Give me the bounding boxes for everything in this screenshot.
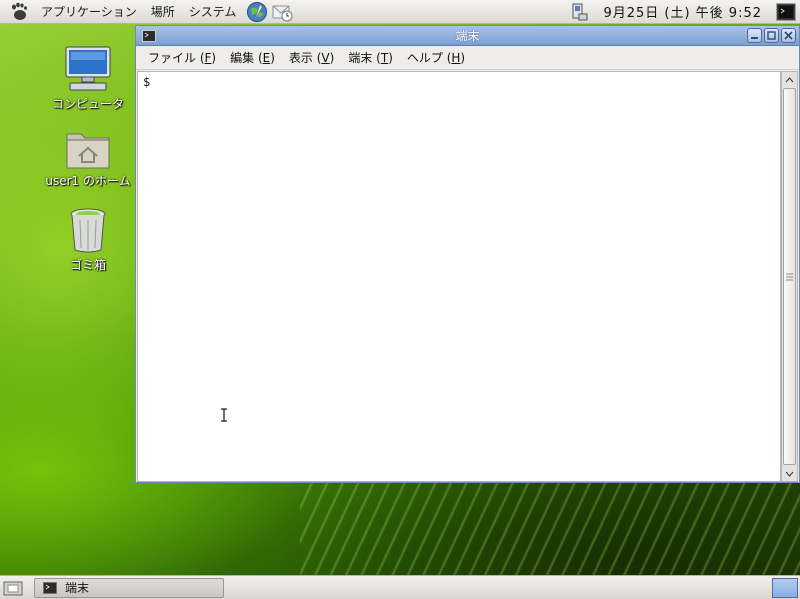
scroll-up-arrow-icon[interactable] <box>782 72 797 87</box>
mail-clock-launcher-icon[interactable] <box>271 1 293 23</box>
terminal-applet-icon[interactable] <box>776 2 796 22</box>
taskbar-button-terminal[interactable]: 端末 <box>34 577 224 598</box>
window-menubar: ファイル (F) 編集 (E) 表示 (V) 端末 (T) ヘルプ (H) <box>136 46 799 70</box>
computer-icon <box>65 46 111 91</box>
menu-edit[interactable]: 編集 (E) <box>223 49 282 66</box>
window-title: 端末 <box>455 29 480 43</box>
show-desktop-icon <box>3 581 23 595</box>
desktop-icon-label: user1 のホーム <box>45 174 131 188</box>
terminal-icon <box>43 581 57 594</box>
show-desktop-button[interactable] <box>2 578 24 598</box>
clock[interactable]: 9月25日 (土) 午後 9:52 <box>593 2 772 21</box>
minimize-button[interactable] <box>747 28 762 43</box>
shell-prompt: $ <box>143 75 151 89</box>
close-button[interactable] <box>781 28 796 43</box>
maximize-button[interactable] <box>764 28 779 43</box>
menu-applications[interactable]: アプリケーション <box>34 1 144 23</box>
trash-icon <box>70 208 106 253</box>
desktop-icon-computer[interactable]: コンピュータ <box>38 45 138 112</box>
minimize-icon <box>751 37 758 39</box>
menu-file[interactable]: ファイル (F) <box>141 49 223 66</box>
desktop-icon-home[interactable]: user1 のホーム <box>38 128 138 189</box>
scroll-down-arrow-icon[interactable] <box>782 466 797 481</box>
menu-places[interactable]: 場所 <box>144 1 182 23</box>
terminal-text-area[interactable]: $ <box>137 71 781 482</box>
text-cursor-icon <box>220 408 228 425</box>
desktop-icon-trash[interactable]: ゴミ箱 <box>38 208 138 273</box>
scrollbar-thumb[interactable] <box>783 88 796 465</box>
menu-terminal[interactable]: 端末 (T) <box>341 49 400 66</box>
window-titlebar[interactable]: 端末 <box>136 26 799 46</box>
terminal-window: 端末 ファイル (F) 編集 (E) 表示 (V) 端末 (T) ヘルプ (H)… <box>135 25 800 483</box>
menu-view[interactable]: 表示 (V) <box>282 49 341 66</box>
gnome-foot-icon[interactable] <box>8 1 30 23</box>
web-browser-launcher-icon[interactable] <box>246 1 268 23</box>
wallpaper-leaf-streaks <box>300 480 800 575</box>
close-icon <box>784 31 793 40</box>
vertical-scrollbar[interactable] <box>781 71 798 482</box>
desktop-icon-label: コンピュータ <box>51 97 124 111</box>
bottom-panel: 端末 <box>0 575 800 599</box>
menu-system[interactable]: システム <box>182 1 244 23</box>
home-folder-icon <box>66 133 110 169</box>
grip-icon <box>786 273 793 280</box>
top-panel: アプリケーション 場所 システム 9月25日 (土) 午後 9:52 <box>0 0 800 24</box>
menu-help[interactable]: ヘルプ (H) <box>400 49 472 66</box>
taskbar-button-label: 端末 <box>65 581 90 595</box>
workspace-switcher[interactable] <box>772 577 798 598</box>
desktop-icon-label: ゴミ箱 <box>69 258 106 272</box>
network-status-icon[interactable] <box>569 2 589 22</box>
maximize-icon <box>767 31 776 40</box>
